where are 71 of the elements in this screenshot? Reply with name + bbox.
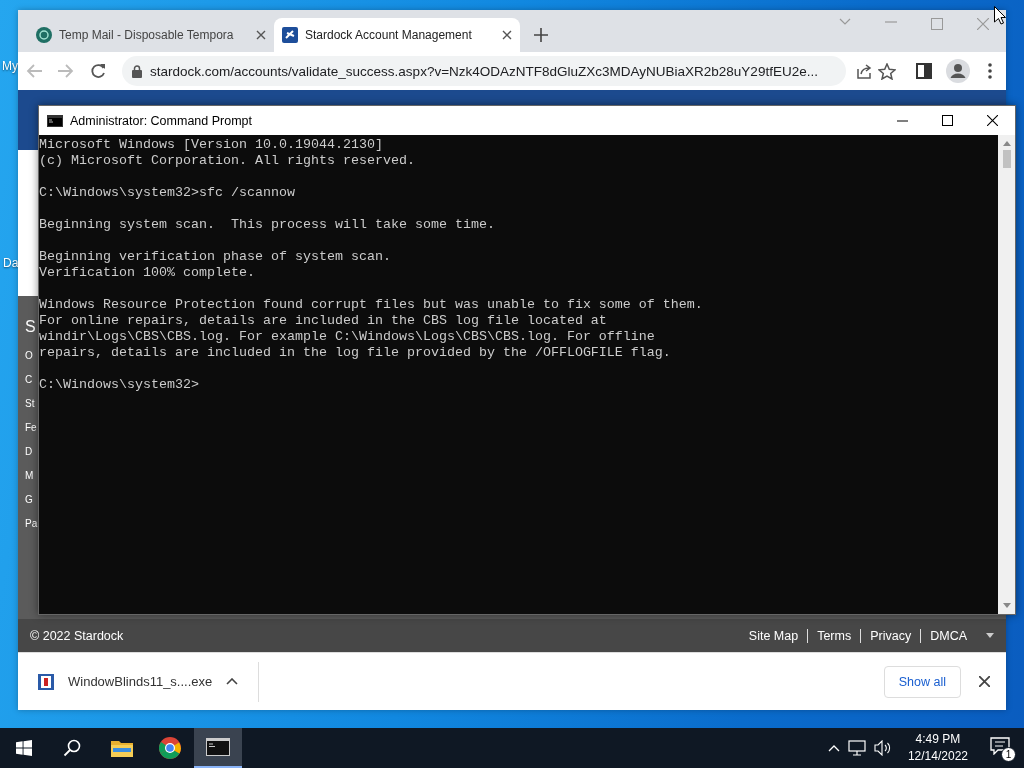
browser-tab[interactable]: Temp Mail - Disposable Tempora [28,18,274,52]
console-line: (c) Microsoft Corporation. All rights reserved. [39,153,415,169]
menu-item[interactable]: D [25,440,33,464]
folder-icon[interactable] [111,739,133,757]
scroll-down-icon[interactable] [986,633,994,638]
console-line: repairs, details are included in the log file provided by the /OFFLOGFILE flag. [39,345,671,361]
clock-time: 4:49 PM [915,731,961,748]
close-icon[interactable] [502,30,512,40]
menu-item[interactable]: M [25,464,34,488]
plus-icon[interactable] [534,28,548,42]
console-icon [47,114,63,127]
console-line: Microsoft Windows [Version 10.0.19044.2130] [39,137,383,153]
search-icon[interactable] [63,739,81,757]
menu-item[interactable]: Fe [25,416,37,440]
console-line: C:\Windows\system32>sfc /scannow [39,185,295,201]
console-icon[interactable] [206,738,230,756]
clock-date: 12/14/2022 [907,748,968,765]
network-icon[interactable] [847,740,866,756]
side-panel-icon[interactable] [916,63,932,79]
footer-link[interactable]: Privacy [860,628,921,643]
download-item[interactable]: WindowBlinds11_s....exe [38,661,260,702]
clock[interactable]: 4:49 PM 12/14/2022 [907,731,968,765]
scrollbar[interactable] [998,135,1015,614]
menu-item[interactable]: O [25,344,33,368]
menu-item[interactable]: St [25,392,35,416]
console-line: Windows Resource Protection found corrupt files but was unable to fix some of them. [39,297,703,313]
address-bar[interactable]: stardock.com/accounts/validate_success.aspx?v=Nzk4ODAzNTF8dGluZXc3MDAyNUBiaXR2b28uY29tfEU2e... [122,56,846,86]
close-icon[interactable] [987,115,998,126]
cursor-icon [994,6,1006,25]
menu-item[interactable]: C [25,368,33,392]
tab-title: Stardock Account Management [305,28,473,42]
browser-tab[interactable]: Stardock Account Management [274,18,520,52]
console-line: For online repairs, details are included in the CBS log file located at [39,313,607,329]
file-name: WindowBlinds11_s....exe [68,674,213,689]
scroll-thumb[interactable] [1002,150,1011,168]
lock-icon [132,64,142,78]
url-text: stardock.com/accounts/validate_success.aspx?v=Nzk4ODAzNTF8dGluZXc3MDAyNUBiaXR2b28uY29tfEU2e... [150,63,818,79]
menu-item[interactable]: G [25,488,33,512]
console-line: Verification 100% complete. [39,265,255,281]
chrome-icon[interactable] [159,737,181,759]
maximize-icon[interactable] [942,115,953,126]
console-line: C:\Windows\system32> [39,377,199,393]
windows-icon[interactable] [16,740,32,756]
logo-icon [282,27,298,43]
star-icon[interactable] [878,62,896,80]
menu-icon[interactable] [988,63,992,79]
reload-icon[interactable] [90,63,106,79]
installer-icon [38,673,54,690]
minimize-icon[interactable] [897,119,908,122]
taskbar-button[interactable] [194,728,242,768]
console-line: windir\Logs\CBS\CBS.log. For example C:\Windows\Logs\CBS\CBS.log. For offline [39,329,655,345]
copyright-text: © 2022 Stardock [30,628,124,643]
profile-icon[interactable] [946,59,970,83]
menu-item[interactable]: Pa [25,512,38,536]
window-title: Administrator: Command Prompt [70,113,252,128]
scroll-up-icon[interactable] [1002,141,1011,146]
show-all-button[interactable]: Show all [883,665,961,698]
console-line: Beginning verification phase of system scan. [39,249,391,265]
share-icon[interactable] [856,63,872,79]
console-line: Beginning system scan. This process will take some time. [39,217,495,233]
tab-title: Temp Mail - Disposable Tempora [59,28,235,42]
footer-link[interactable]: Site Map [739,628,808,643]
scroll-down-icon[interactable] [1002,603,1011,608]
notification-count: 1 [1001,747,1016,762]
close-icon[interactable] [979,676,990,687]
footer-link[interactable]: Terms [807,628,861,643]
caret-up-icon[interactable] [226,678,239,685]
globe-icon [36,27,52,43]
menu-item[interactable]: S [25,310,36,344]
footer-link[interactable]: DMCA [920,628,976,643]
speaker-icon[interactable] [873,740,892,756]
